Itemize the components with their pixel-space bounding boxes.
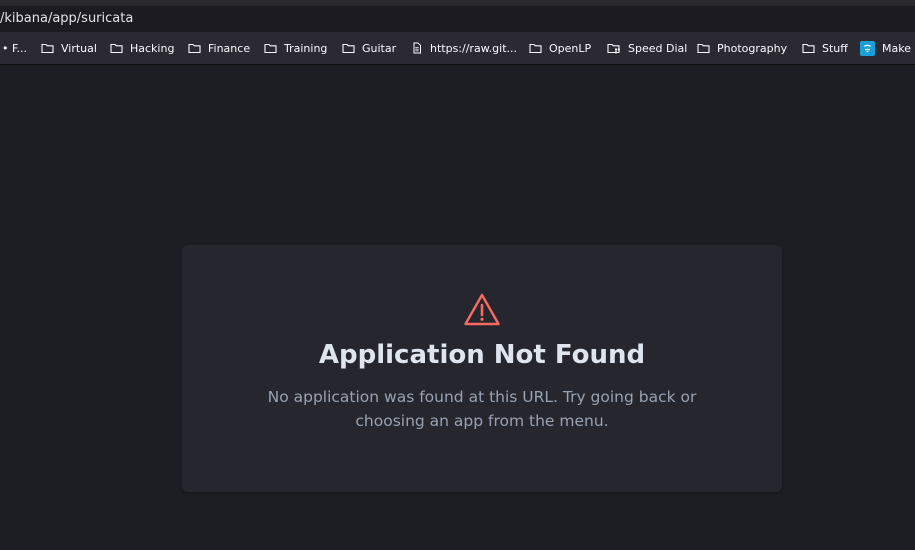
bookmark-label: • F... (2, 41, 28, 55)
folder-icon (697, 43, 710, 54)
bookmark-make[interactable]: Make (860, 32, 915, 64)
error-title: Application Not Found (318, 340, 646, 370)
folder-icon (342, 43, 355, 54)
folder-icon (110, 43, 123, 54)
bookmarks-toolbar: • F... Virtual Hacking Finance Training … (0, 32, 915, 65)
bookmark-label: Training (284, 41, 328, 55)
app-favicon-icon (860, 40, 875, 56)
page-icon (413, 42, 421, 54)
bookmark-folder-training[interactable]: Training (264, 32, 342, 64)
bookmark-label: OpenLP (549, 41, 592, 55)
bookmark-folder-hacking[interactable]: Hacking (110, 32, 188, 64)
bookmark-folder-photography[interactable]: Photography (697, 32, 802, 64)
bookmark-label: Speed Dial (628, 41, 688, 55)
error-panel: Application Not Found No application was… (182, 245, 782, 492)
bookmark-label: Stuff (822, 41, 848, 55)
folder-icon (188, 43, 201, 54)
url-text[interactable]: /kibana/app/suricata (0, 11, 133, 26)
bookmark-folder-openlp[interactable]: OpenLP (529, 32, 607, 64)
bookmark-raw-github[interactable]: https://raw.git... (411, 32, 529, 64)
error-description: No application was found at this URL. Tr… (267, 388, 697, 430)
bookmark-label: https://raw.git... (430, 41, 518, 55)
url-bar[interactable]: /kibana/app/suricata (0, 6, 915, 32)
warning-triangle-icon (464, 293, 500, 326)
bookmark-label: Virtual (61, 41, 97, 55)
bookmark-folder-guitar[interactable]: Guitar (342, 32, 411, 64)
folder-icon (264, 43, 277, 54)
bookmark-label: Hacking (130, 41, 175, 55)
bookmark-folder-virtual[interactable]: Virtual (41, 32, 110, 64)
folder-icon (41, 43, 54, 54)
bookmark-folder-speed-dial[interactable]: Speed Dial (607, 32, 697, 64)
bookmark-label: Guitar (362, 41, 397, 55)
bookmark-folder-finance[interactable]: Finance (188, 32, 264, 64)
folder-icon (802, 43, 815, 54)
bookmark-label: Make (882, 41, 911, 55)
speed-dial-folder-icon (607, 43, 620, 54)
kibana-app-area: Application Not Found No application was… (0, 65, 915, 550)
folder-icon (529, 43, 542, 54)
bookmark-folder-stuff[interactable]: Stuff (802, 32, 860, 64)
bookmark-label: Photography (717, 41, 788, 55)
bookmark-label: Finance (208, 41, 251, 55)
bookmark-item-f[interactable]: • F... (0, 32, 41, 64)
